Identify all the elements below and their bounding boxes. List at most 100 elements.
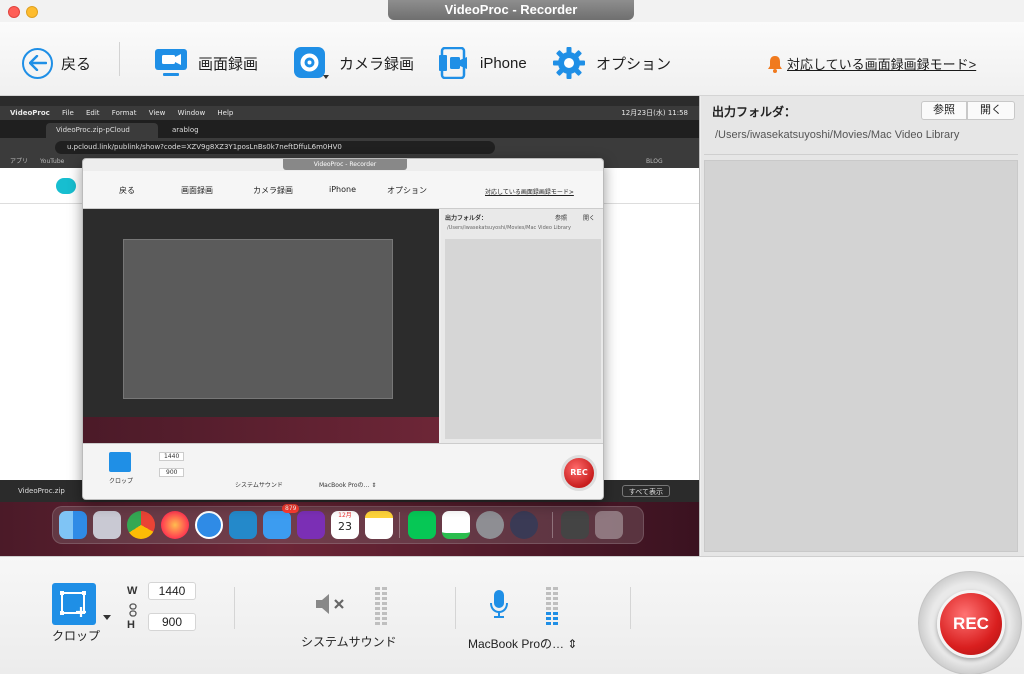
preview-menu-item: View bbox=[148, 109, 166, 117]
preview-tab-other: arablog bbox=[172, 126, 199, 134]
crop-dropdown-caret[interactable] bbox=[103, 615, 111, 620]
iphone-record-button[interactable]: iPhone bbox=[438, 46, 527, 80]
nested-title: VideoProc - Recorder bbox=[283, 159, 407, 170]
preview-dock: 12月 23 bbox=[52, 506, 644, 544]
chrome-icon bbox=[127, 511, 155, 539]
nested-browse: 参照 bbox=[555, 215, 568, 222]
nested-output-area bbox=[445, 239, 601, 439]
nested-width: 1440 bbox=[159, 452, 185, 461]
mail-icon bbox=[263, 511, 291, 539]
nested-height: 900 bbox=[159, 468, 185, 477]
nested-crop-icon bbox=[109, 452, 131, 472]
preview-browser-tabs: VideoProc.zip-pCloud arablog bbox=[0, 120, 699, 138]
back-label: 戻る bbox=[61, 55, 92, 73]
toolbar-divider bbox=[119, 42, 120, 76]
nested-open: 開く bbox=[583, 215, 596, 222]
back-arrow-icon bbox=[22, 47, 53, 79]
nested-output-panel: 出力フォルダ： 参照 開く /Users/iwasekatsuyoshi/Mov… bbox=[441, 209, 603, 443]
nested-output-label: 出力フォルダ： bbox=[445, 215, 488, 222]
rec-button-ring: REC bbox=[918, 571, 1022, 674]
options-label: オプション bbox=[596, 55, 672, 73]
launchpad-icon bbox=[93, 511, 121, 539]
width-label: W bbox=[127, 585, 138, 597]
nested-rec: REC bbox=[561, 455, 597, 491]
record-controls: クロップ W 1440 H 900 システムサウンド MacBook Proの…… bbox=[0, 556, 1024, 674]
app-window: VideoProc - Recorder 戻る 画面録画 カメラ録画 iPhon… bbox=[0, 0, 1024, 674]
nested-deeper-window bbox=[123, 239, 393, 399]
output-path: /Users/iwasekatsuyoshi/Movies/Mac Video … bbox=[715, 129, 960, 141]
vscode-icon bbox=[229, 511, 257, 539]
preview-menu-item: Edit bbox=[86, 109, 100, 117]
preview-menu-item: Window bbox=[177, 109, 206, 117]
recording-preview: VideoProc File Edit Format View Window H… bbox=[0, 96, 700, 556]
pcloud-logo-icon bbox=[56, 178, 76, 194]
supported-modes-link[interactable]: 対応している画面録画録モード> bbox=[767, 54, 976, 73]
preview-bookmark: アプリ bbox=[10, 158, 29, 165]
nested-controls: クロップ 1440 900 システムサウンド MacBook Proの… ⇕ bbox=[83, 443, 603, 499]
preview-bookmark: YouTube bbox=[39, 158, 65, 165]
calendar-icon: 12月 23 bbox=[331, 511, 359, 539]
calendar-day: 23 bbox=[338, 520, 352, 533]
back-button[interactable]: 戻る bbox=[22, 46, 91, 80]
title-bar: VideoProc - Recorder bbox=[0, 0, 1024, 22]
calendar-month: 12月 bbox=[338, 512, 352, 519]
preview-menu-item: Help bbox=[217, 109, 234, 117]
nested-mic: MacBook Proの… ⇕ bbox=[319, 482, 377, 489]
monitor-record-icon bbox=[154, 48, 188, 78]
height-field[interactable]: 900 bbox=[148, 613, 196, 631]
preview-clock: 12月23日(水) 11:58 bbox=[621, 109, 688, 117]
preview-app-name: VideoProc bbox=[10, 109, 50, 117]
microphone-select[interactable]: MacBook Proの… ⇕ bbox=[468, 635, 577, 652]
system-sound-label: システムサウンド bbox=[301, 635, 397, 649]
dock-divider bbox=[552, 512, 553, 538]
nested-path: /Users/iwasekatsuyoshi/Movies/Mac Video … bbox=[447, 225, 571, 231]
preview-tab-active: VideoProc.zip-pCloud bbox=[46, 123, 158, 138]
close-window-button[interactable] bbox=[8, 6, 20, 18]
preview-menu-item: Format bbox=[111, 109, 137, 117]
preview-menu-item: File bbox=[62, 109, 74, 117]
preview-bookmark: BLOG bbox=[646, 158, 663, 165]
options-button[interactable]: オプション bbox=[552, 46, 671, 80]
minimize-window-button[interactable] bbox=[26, 6, 38, 18]
trash-icon bbox=[595, 511, 623, 539]
browse-button[interactable]: 参照 bbox=[921, 101, 967, 120]
rec-button[interactable]: REC bbox=[937, 590, 1005, 658]
crop-label: クロップ bbox=[52, 629, 101, 643]
output-divider bbox=[704, 154, 1018, 155]
finder-icon bbox=[59, 511, 87, 539]
camera-record-label: カメラ録画 bbox=[339, 55, 415, 73]
crop-button[interactable] bbox=[52, 583, 96, 625]
nested-screen: 画面録画 bbox=[181, 186, 213, 195]
toolbar: 戻る 画面録画 カメラ録画 iPhone オプション 対応している画面録画録モー… bbox=[0, 22, 1024, 96]
nested-option: オプション bbox=[387, 186, 427, 195]
controls-divider bbox=[630, 587, 631, 629]
nested-preview bbox=[83, 209, 439, 443]
controls-divider bbox=[455, 587, 456, 629]
preview-menubar: VideoProc File Edit Format View Window H… bbox=[0, 106, 699, 120]
output-folder-label: 出力フォルダ： bbox=[712, 105, 797, 119]
screenshot-icon bbox=[561, 511, 589, 539]
webcam-icon bbox=[293, 46, 329, 80]
preview-show-all: すべて表示 bbox=[621, 485, 670, 497]
videoproc-icon bbox=[510, 511, 538, 539]
preview-url-bar: u.pcloud.link/publink/show?code=XZV9g8XZ… bbox=[0, 138, 699, 156]
output-folder-panel: 出力フォルダ： 参照 開く /Users/iwasekatsuyoshi/Mov… bbox=[701, 96, 1024, 556]
microphone-icon[interactable] bbox=[489, 589, 509, 619]
notes-icon bbox=[365, 511, 393, 539]
crop-icon bbox=[59, 590, 89, 618]
speaker-mute-icon[interactable] bbox=[314, 593, 346, 615]
nested-crop: クロップ bbox=[109, 478, 134, 485]
height-label: H bbox=[127, 619, 135, 631]
firefox-icon bbox=[161, 511, 189, 539]
nested-back: 戻る bbox=[119, 186, 135, 195]
camera-record-button[interactable]: カメラ録画 bbox=[293, 46, 414, 80]
screen-record-button[interactable]: 画面録画 bbox=[154, 46, 258, 80]
mail-badge: 879 bbox=[282, 504, 300, 513]
open-folder-button[interactable]: 開く bbox=[967, 101, 1015, 120]
screen-record-label: 画面録画 bbox=[198, 55, 259, 73]
preview-nested-recorder: VideoProc - Recorder 戻る 画面録画 カメラ録画 iPhon… bbox=[82, 158, 604, 500]
gear-icon bbox=[552, 46, 586, 80]
nested-notice: 対応している画面録画録モード> bbox=[485, 189, 574, 196]
width-field[interactable]: 1440 bbox=[148, 582, 196, 600]
recordings-list[interactable] bbox=[704, 160, 1018, 552]
